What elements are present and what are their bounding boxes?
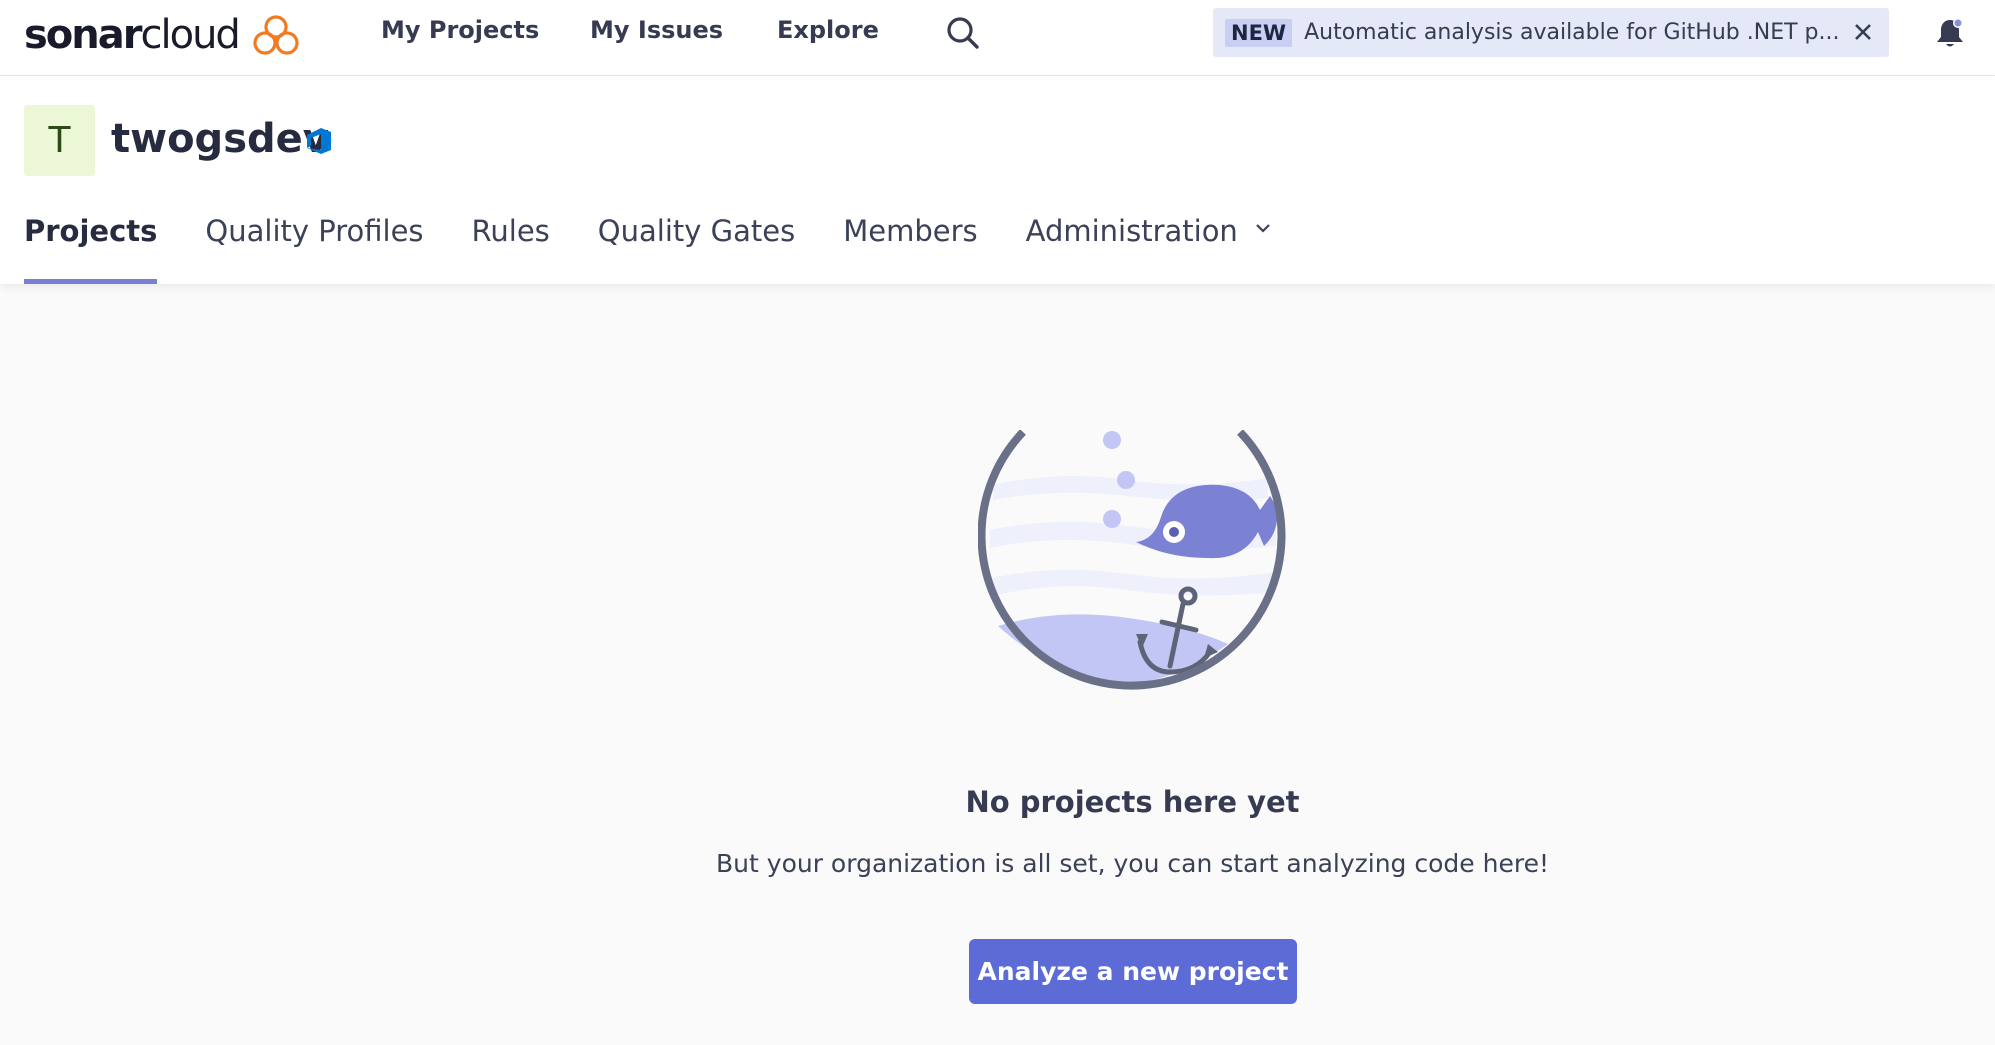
organization-header: T twogsdev Projects Quality Profiles Rul…: [0, 76, 1995, 284]
nav-explore[interactable]: Explore: [777, 0, 879, 60]
tab-label: Quality Profiles: [205, 214, 424, 248]
tab-quality-profiles[interactable]: Quality Profiles: [205, 214, 423, 284]
promo-banner[interactable]: NEW Automatic analysis available for Git…: [1213, 8, 1889, 57]
tab-label: Administration: [1025, 214, 1238, 248]
search-icon[interactable]: [945, 15, 981, 51]
cloud-icon: [253, 15, 299, 55]
org-avatar: T: [24, 105, 95, 176]
logo-text-light: cloud: [140, 12, 240, 58]
tab-label: Projects: [24, 214, 158, 248]
azure-devops-icon: [307, 128, 331, 154]
tab-label: Rules: [471, 214, 550, 248]
sonarcloud-logo[interactable]: sonar cloud: [24, 6, 299, 64]
tab-label: Quality Gates: [597, 214, 796, 248]
nav-my-projects[interactable]: My Projects: [381, 0, 539, 60]
org-name: twogsdev: [111, 116, 329, 162]
tab-administration[interactable]: Administration: [1026, 214, 1272, 284]
bell-icon[interactable]: [1935, 16, 1965, 50]
tab-projects[interactable]: Projects: [24, 214, 158, 284]
tab-rules[interactable]: Rules: [472, 214, 550, 284]
tab-quality-gates[interactable]: Quality Gates: [598, 214, 795, 284]
close-icon[interactable]: [1851, 20, 1875, 44]
tab-label: Members: [843, 214, 978, 248]
logo-text-bold: sonar: [24, 12, 142, 58]
fishbowl-anchor-illustration: [978, 430, 1286, 690]
org-tabs: Projects Quality Profiles Rules Quality …: [24, 214, 1320, 284]
promo-message[interactable]: Automatic analysis available for GitHub …: [1304, 20, 1864, 45]
empty-state-title: No projects here yet: [965, 785, 1300, 819]
chevron-down-icon: [1256, 224, 1270, 233]
analyze-new-project-button[interactable]: Analyze a new project: [969, 939, 1297, 1004]
top-navbar: sonar cloud My Projects My Issues Explore…: [0, 0, 1995, 76]
new-badge: NEW: [1225, 18, 1293, 47]
tab-members[interactable]: Members: [843, 214, 977, 284]
empty-state-text: But your organization is all set, you ca…: [716, 849, 1549, 878]
nav-my-issues[interactable]: My Issues: [590, 0, 723, 60]
